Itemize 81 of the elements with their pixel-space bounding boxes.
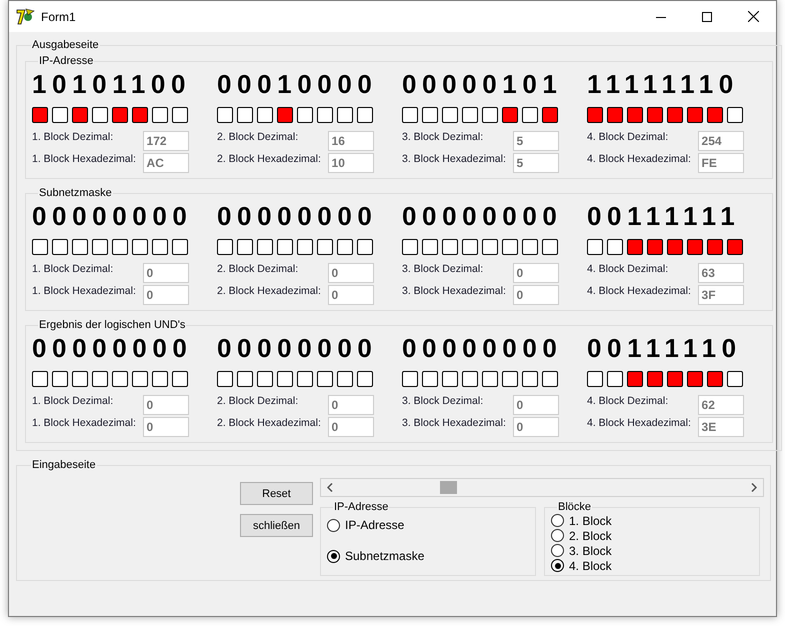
- group-title: Ergebnis der logischen UND's: [38, 319, 186, 332]
- output-field: 254: [698, 130, 744, 150]
- field-label: 3. Block Hexadezimal:: [402, 153, 507, 165]
- output-field: 0: [512, 284, 559, 304]
- group-title: Subnetzmaske: [38, 187, 113, 200]
- output-field: 0: [512, 394, 559, 414]
- radio-button[interactable]: IP-Adresse: [327, 518, 404, 532]
- binary-digits: 10101100: [32, 69, 192, 99]
- output-field: 172: [142, 130, 189, 150]
- output-field: 10: [328, 152, 374, 172]
- binary-digits: 00000101: [402, 69, 562, 99]
- output-field: 0: [142, 262, 189, 282]
- binary-digits: 00000000: [402, 201, 562, 231]
- output-field: 0: [328, 262, 374, 282]
- slider-thumb[interactable]: [440, 481, 456, 494]
- push-button[interactable]: Reset: [240, 482, 313, 505]
- group-title: IP-Adresse: [38, 55, 94, 68]
- output-field: 5: [512, 152, 559, 172]
- output-field: 16: [328, 130, 374, 150]
- field-label: 3. Block Hexadezimal:: [402, 285, 507, 297]
- group-title: Blöcke: [557, 501, 592, 514]
- field-label: 2. Block Dezimal:: [217, 395, 300, 407]
- output-field: 0: [142, 284, 189, 304]
- output-field: 63: [698, 262, 744, 282]
- field-label: 1. Block Dezimal:: [32, 263, 114, 275]
- output-field: 0: [328, 284, 374, 304]
- binary-digits: 00000000: [217, 201, 377, 231]
- output-field: AC: [142, 152, 189, 172]
- radio-button[interactable]: 3. Block: [551, 544, 612, 557]
- field-label: 1. Block Hexadezimal:: [32, 153, 137, 165]
- field-label: 2. Block Dezimal:: [217, 131, 300, 143]
- binary-digits: 00111110: [587, 333, 743, 363]
- field-label: 4. Block Dezimal:: [587, 263, 670, 275]
- group-title: IP-Adresse: [333, 501, 390, 514]
- binary-digits: 00000000: [217, 333, 377, 363]
- output-field: 0: [512, 416, 559, 436]
- binary-digits: 00000000: [32, 201, 192, 231]
- output-field: 62: [698, 394, 744, 414]
- field-label: 1. Block Dezimal:: [32, 131, 114, 143]
- window-title: Form1: [41, 10, 76, 24]
- field-label: 4. Block Hexadezimal:: [587, 417, 692, 429]
- app-icon: [16, 8, 36, 26]
- field-label: 2. Block Hexadezimal:: [217, 285, 322, 297]
- slider[interactable]: [320, 478, 764, 497]
- binary-digits: 00000000: [32, 333, 192, 363]
- field-label: 4. Block Hexadezimal:: [587, 153, 692, 165]
- field-label: 4. Block Dezimal:: [587, 395, 670, 407]
- field-label: 1. Block Hexadezimal:: [32, 417, 137, 429]
- binary-digits: 11111110: [587, 69, 740, 99]
- output-field: 0: [142, 394, 189, 414]
- field-label: 4. Block Dezimal:: [587, 131, 670, 143]
- field-label: 2. Block Hexadezimal:: [217, 417, 322, 429]
- radio-button[interactable]: 4. Block: [551, 559, 612, 572]
- binary-digits: 00000000: [402, 333, 562, 363]
- binary-digits: 00111111: [587, 201, 742, 231]
- output-field: FE: [698, 152, 744, 172]
- field-label: 3. Block Dezimal:: [402, 395, 484, 407]
- field-label: 3. Block Dezimal:: [402, 131, 484, 143]
- maximize-icon: [702, 12, 712, 22]
- output-field: 0: [142, 416, 189, 436]
- output-field: 0: [328, 416, 374, 436]
- field-label: 3. Block Hexadezimal:: [402, 417, 507, 429]
- field-label: 3. Block Dezimal:: [402, 263, 484, 275]
- push-button[interactable]: schließen: [240, 514, 313, 537]
- field-label: 2. Block Hexadezimal:: [217, 153, 322, 165]
- group-title: Ausgabeseite: [31, 39, 100, 52]
- radio-button[interactable]: Subnetzmaske: [327, 549, 424, 563]
- output-field: 5: [512, 130, 559, 150]
- close-icon: [748, 11, 758, 22]
- binary-digits: 00010000: [217, 69, 377, 99]
- field-label: 2. Block Dezimal:: [217, 263, 300, 275]
- radio-button[interactable]: 2. Block: [551, 529, 612, 542]
- field-label: 4. Block Hexadezimal:: [587, 285, 692, 297]
- output-field: 3F: [698, 284, 744, 304]
- group-title: Eingabeseite: [31, 459, 97, 472]
- field-label: 1. Block Hexadezimal:: [32, 285, 137, 297]
- output-field: 0: [328, 394, 374, 414]
- radio-button[interactable]: 1. Block: [551, 514, 612, 527]
- output-field: 0: [512, 262, 559, 282]
- field-label: 1. Block Dezimal:: [32, 395, 114, 407]
- output-field: 3E: [698, 416, 744, 436]
